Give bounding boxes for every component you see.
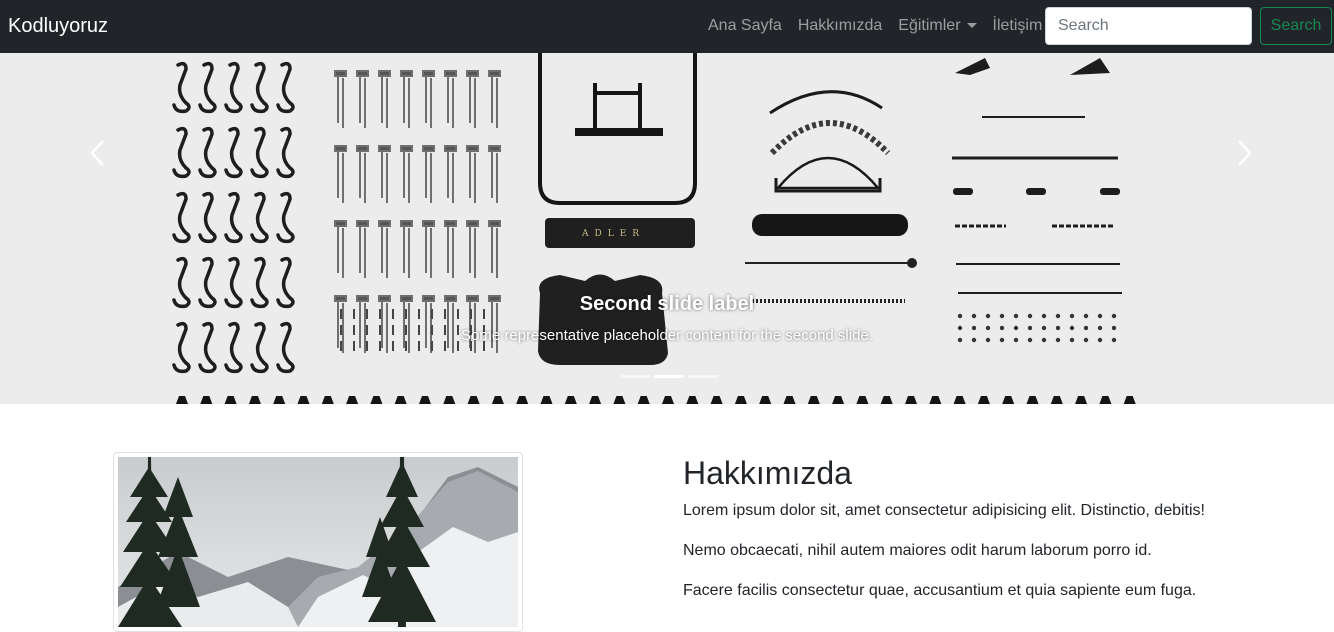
about-image (113, 452, 523, 632)
nav-dropdown-label: Eğitimler (898, 17, 961, 34)
about-paragraph-3: Facere facilis consectetur quae, accusan… (683, 582, 1197, 599)
caret-down-icon (966, 23, 977, 29)
svg-text:ADLER: ADLER (581, 229, 645, 239)
nav-dropdown-egitimler[interactable]: Eğitimler (890, 16, 984, 36)
mountain-photo (118, 457, 518, 627)
nav-links: Ana Sayfa Hakkımızda Eğitimler İletişim (700, 16, 1050, 36)
hero-carousel: ADLER Second slide label Some representa… (0, 53, 1334, 404)
chevron-right-icon (1238, 140, 1252, 166)
about-title: Hakkımızda (683, 455, 852, 491)
carousel-indicator-1[interactable] (620, 375, 650, 378)
carousel-prev-button[interactable] (78, 123, 118, 183)
search-input[interactable] (1045, 7, 1252, 45)
search-button[interactable]: Search (1260, 7, 1332, 45)
about-paragraph-2: Nemo obcaecati, nihil autem maiores odit… (683, 542, 1152, 559)
carousel-next-button[interactable] (1224, 123, 1264, 183)
carousel-slide-image: ADLER (0, 53, 1334, 404)
nav-link-hakkimizda[interactable]: Hakkımızda (790, 16, 890, 36)
nav-link-ana-sayfa[interactable]: Ana Sayfa (700, 16, 790, 36)
chevron-left-icon (90, 140, 104, 166)
carousel-indicator-3[interactable] (688, 375, 718, 378)
about-paragraph-1: Lorem ipsum dolor sit, amet consectetur … (683, 502, 1205, 519)
carousel-caption-title: Second slide label (579, 293, 755, 315)
nav-link-iletisim[interactable]: İletişim (985, 16, 1051, 36)
brand-logo[interactable]: Kodluyoruz (8, 14, 108, 38)
navbar: Kodluyoruz Ana Sayfa Hakkımızda Eğitimle… (0, 0, 1334, 53)
carousel-indicators (620, 375, 718, 378)
carousel-indicator-2[interactable] (654, 375, 684, 378)
carousel-caption-text: Some representative placeholder content … (461, 327, 873, 344)
